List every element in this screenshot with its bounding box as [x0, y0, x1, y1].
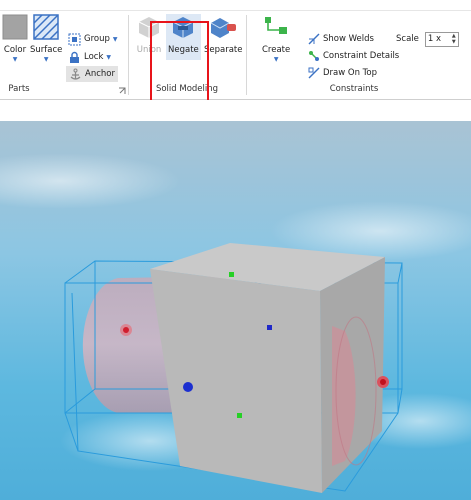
chevron-down-icon: ▼: [106, 53, 112, 61]
draw-on-top-icon: [308, 67, 320, 79]
group-button[interactable]: Group ▼: [68, 31, 118, 47]
3d-viewport[interactable]: [0, 121, 471, 500]
chevron-down-icon: ▼: [12, 56, 18, 63]
chevron-down-icon: ▼: [112, 35, 118, 43]
separate-button[interactable]: Separate: [204, 14, 243, 55]
color-button[interactable]: Color ▼: [2, 14, 28, 63]
ribbon-separator: [246, 15, 247, 95]
gap-band: [0, 100, 471, 121]
constraint-details-button[interactable]: Constraint Details: [308, 48, 399, 64]
group-label: Group: [84, 34, 110, 44]
surface-label: Surface: [30, 45, 63, 55]
show-welds-label: Show Welds: [323, 34, 374, 44]
highlight-box: [150, 21, 209, 109]
surface-icon: [33, 14, 59, 40]
constraint-details-label: Constraint Details: [323, 51, 400, 61]
chevron-down-icon: ▼: [273, 56, 279, 63]
show-welds-button[interactable]: Show Welds: [308, 31, 374, 47]
anchor-button[interactable]: Anchor: [66, 66, 118, 82]
scale-control: Scale 1 x ▲ ▼: [396, 31, 459, 47]
scale-spinner[interactable]: 1 x ▲ ▼: [424, 31, 459, 47]
lock-label: Lock: [84, 52, 104, 62]
group-icon: [68, 33, 81, 45]
scale-value: 1 x: [427, 34, 442, 44]
color-label: Color: [3, 45, 27, 55]
create-button[interactable]: Create ▼: [262, 14, 290, 63]
scene: [0, 121, 471, 500]
weld-icon: [308, 33, 320, 45]
anchor-label: Anchor: [85, 69, 115, 79]
parts-group-label: Parts: [8, 84, 30, 94]
title-strip: [0, 0, 471, 11]
chevron-down-icon: ▼: [43, 56, 49, 63]
anchor-icon: [70, 68, 81, 80]
ribbon-toolbar: Color ▼ Surface ▼ Group ▼ Lock ▼ Anchor …: [0, 11, 471, 100]
color-swatch-icon: [2, 14, 28, 40]
spinner-arrows-icon[interactable]: ▲ ▼: [452, 33, 456, 45]
draw-on-top-label: Draw On Top: [323, 68, 378, 78]
lock-button[interactable]: Lock ▼: [68, 49, 111, 65]
draw-on-top-button[interactable]: Draw On Top: [308, 65, 377, 81]
create-constraint-icon: [265, 17, 288, 34]
scale-label: Scale: [396, 34, 419, 44]
ribbon-separator: [128, 15, 129, 95]
surface-button[interactable]: Surface ▼: [30, 14, 62, 63]
constraints-group-label: Constraints: [329, 84, 379, 94]
dialog-launcher-icon[interactable]: [118, 87, 126, 95]
separate-label: Separate: [204, 45, 243, 55]
lock-icon: [70, 51, 79, 63]
create-label: Create: [262, 45, 291, 55]
separate-icon: [211, 18, 237, 38]
constraint-details-icon: [309, 51, 319, 61]
